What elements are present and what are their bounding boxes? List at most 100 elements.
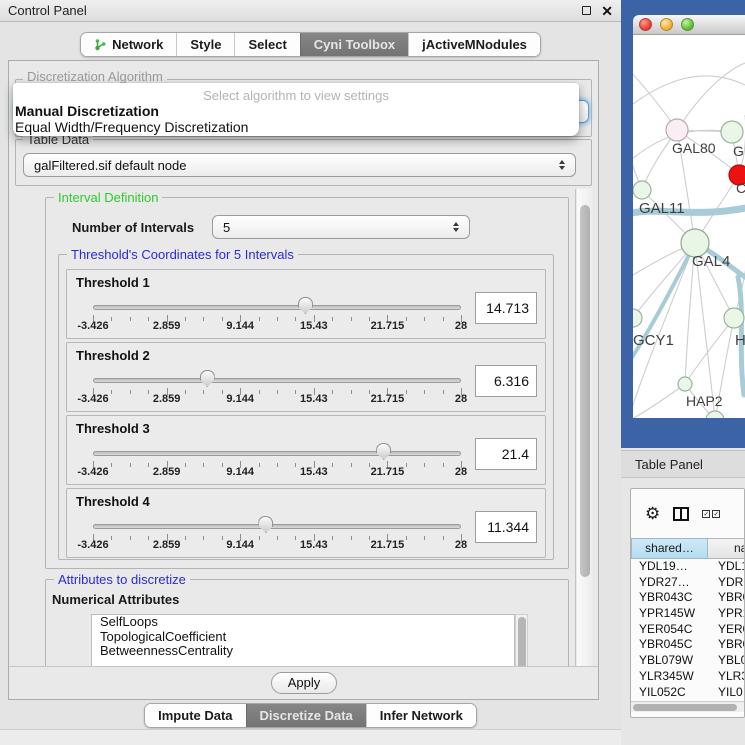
slider-tick-label: -3.426 bbox=[77, 393, 108, 405]
slider-tick bbox=[351, 536, 352, 540]
cell-shared-name[interactable]: YBR043C bbox=[631, 590, 708, 606]
network-window-titlebar[interactable] bbox=[633, 15, 745, 35]
table-row[interactable]: YPR145WYPR1 bbox=[631, 606, 745, 622]
slider-tick-label: 28 bbox=[455, 393, 467, 405]
column-header-name[interactable]: na bbox=[708, 538, 745, 559]
tab-select[interactable]: Select bbox=[234, 33, 299, 56]
numerical-attributes-list[interactable]: SelfLoopsTopologicalCoefficientBetweenne… bbox=[91, 614, 515, 666]
threshold-value-field[interactable]: 14.713 bbox=[475, 292, 537, 324]
network-node[interactable] bbox=[706, 411, 724, 418]
cell-name[interactable]: YDL1 bbox=[708, 559, 745, 575]
tab-discretize-data[interactable]: Discretize Data bbox=[246, 704, 366, 727]
cell-name[interactable]: YER0 bbox=[708, 622, 745, 638]
threshold-label: Threshold 1 bbox=[76, 275, 150, 290]
slider-tick bbox=[424, 317, 425, 321]
cell-shared-name[interactable]: YBR045C bbox=[631, 637, 708, 653]
table-row[interactable]: YDR27…YDR2 bbox=[631, 575, 745, 591]
slider-track[interactable] bbox=[93, 451, 461, 456]
slider-tick bbox=[443, 317, 444, 321]
column-checkbox-icons[interactable]: ✓✓ bbox=[702, 510, 720, 518]
cell-name[interactable]: YBL0 bbox=[708, 653, 745, 669]
threshold-panel: Threshold 4-3.4262.8599.14415.4321.71528… bbox=[66, 488, 546, 558]
slider-handle[interactable] bbox=[298, 297, 313, 314]
slider-track[interactable] bbox=[93, 305, 461, 310]
gear-icon[interactable]: ⚙ bbox=[645, 505, 660, 522]
slider-tick-label: 21.715 bbox=[371, 539, 405, 551]
slider-tick bbox=[111, 536, 112, 540]
cell-name[interactable]: YBR0 bbox=[708, 590, 745, 606]
attributes-list-scrollbar[interactable] bbox=[515, 614, 528, 666]
table-row[interactable]: YBR043CYBR0 bbox=[631, 590, 745, 606]
tab-infer-network[interactable]: Infer Network bbox=[366, 704, 476, 727]
network-canvas[interactable]: GAL80G.CGAL11GAL4GCY1HHAP2 bbox=[633, 35, 745, 418]
cell-shared-name[interactable]: YDL19… bbox=[631, 559, 708, 575]
cell-shared-name[interactable]: YBL079W bbox=[631, 653, 708, 669]
slider-tick-label: -3.426 bbox=[77, 466, 108, 478]
settings-scrollbar-track[interactable] bbox=[577, 189, 592, 666]
network-node[interactable] bbox=[721, 121, 743, 143]
slider-tick bbox=[185, 390, 186, 394]
network-node[interactable] bbox=[724, 308, 744, 328]
slider-tick bbox=[332, 463, 333, 467]
network-node[interactable] bbox=[678, 377, 692, 391]
slider-handle[interactable] bbox=[200, 370, 215, 387]
apply-button[interactable]: Apply bbox=[271, 672, 337, 694]
network-node[interactable] bbox=[666, 119, 688, 141]
table-row[interactable]: YLR345WYLR3 bbox=[631, 669, 745, 685]
table-row[interactable]: YER054CYER0 bbox=[631, 622, 745, 638]
cell-shared-name[interactable]: YLR345W bbox=[631, 669, 708, 685]
cell-shared-name[interactable]: YER054C bbox=[631, 622, 708, 638]
close-icon[interactable]: ✕ bbox=[601, 4, 613, 18]
slider-tick bbox=[406, 317, 407, 321]
tab-style[interactable]: Style bbox=[176, 33, 234, 56]
cell-name[interactable]: YLR3 bbox=[708, 669, 745, 685]
table-data-combo[interactable]: galFiltered.sif default node bbox=[23, 153, 576, 177]
number-of-intervals-spinner[interactable]: 5 bbox=[212, 215, 470, 239]
cell-shared-name[interactable]: YPR145W bbox=[631, 606, 708, 622]
slider-handle[interactable] bbox=[258, 516, 273, 533]
thresholds-group-title: Threshold's Coordinates for 5 Intervals bbox=[67, 247, 298, 262]
table-panel-titlebar: Table Panel bbox=[621, 450, 745, 478]
slider-tick-label: 21.715 bbox=[371, 466, 405, 478]
tab-network[interactable]: Network bbox=[81, 33, 176, 56]
table-row[interactable]: YDL19…YDL1 bbox=[631, 559, 745, 575]
attribute-list-item[interactable]: BetweennessCentrality bbox=[92, 644, 514, 659]
table-hscrollbar-thumb[interactable] bbox=[633, 704, 737, 711]
cell-name[interactable]: YIL0 bbox=[708, 685, 745, 701]
float-window-icon[interactable] bbox=[582, 6, 591, 15]
network-node[interactable] bbox=[633, 181, 651, 199]
threshold-value-field[interactable]: 6.316 bbox=[475, 365, 537, 397]
split-view-icon[interactable] bbox=[673, 507, 689, 521]
slider-handle[interactable] bbox=[376, 443, 391, 460]
cell-name[interactable]: YBR0 bbox=[708, 637, 745, 653]
apply-separator bbox=[9, 666, 598, 667]
settings-scrollbar-thumb[interactable] bbox=[580, 205, 590, 577]
threshold-value-field[interactable]: 21.4 bbox=[475, 438, 537, 470]
slider-tick bbox=[259, 390, 260, 394]
table-row[interactable]: YBR045CYBR0 bbox=[631, 637, 745, 653]
table-hscrollbar-track[interactable] bbox=[631, 701, 744, 712]
mac-minimize-button[interactable] bbox=[660, 18, 673, 31]
mac-zoom-button[interactable] bbox=[681, 18, 694, 31]
cell-name[interactable]: YPR1 bbox=[708, 606, 745, 622]
slider-tick-label: 21.715 bbox=[371, 320, 405, 332]
popup-item-manual-discretization[interactable]: Manual Discretization bbox=[15, 103, 159, 119]
slider-track[interactable] bbox=[93, 378, 461, 383]
tab-cyni-toolbox[interactable]: Cyni Toolbox bbox=[300, 33, 408, 56]
tab-impute-data[interactable]: Impute Data bbox=[145, 704, 245, 727]
cell-shared-name[interactable]: YDR27… bbox=[631, 575, 708, 591]
table-row[interactable]: YBL079WYBL0 bbox=[631, 653, 745, 669]
network-node-label: GAL11 bbox=[639, 200, 685, 217]
cell-shared-name[interactable]: YIL052C bbox=[631, 685, 708, 701]
popup-item-equal-width-frequency[interactable]: Equal Width/Frequency Discretization bbox=[15, 119, 248, 135]
slider-track[interactable] bbox=[93, 524, 461, 529]
mac-close-button[interactable] bbox=[639, 18, 652, 31]
cell-name[interactable]: YDR2 bbox=[708, 575, 745, 591]
table-row[interactable]: YIL052CYIL0 bbox=[631, 685, 745, 701]
threshold-value-field[interactable]: 11.344 bbox=[475, 511, 537, 543]
attribute-list-item[interactable]: SelfLoops bbox=[92, 615, 514, 630]
column-header-shared-name[interactable]: shared… bbox=[631, 538, 708, 559]
network-node[interactable] bbox=[633, 309, 642, 327]
attribute-list-item[interactable]: TopologicalCoefficient bbox=[92, 630, 514, 645]
tab-jactivemnodules[interactable]: jActiveMNodules bbox=[408, 33, 540, 56]
